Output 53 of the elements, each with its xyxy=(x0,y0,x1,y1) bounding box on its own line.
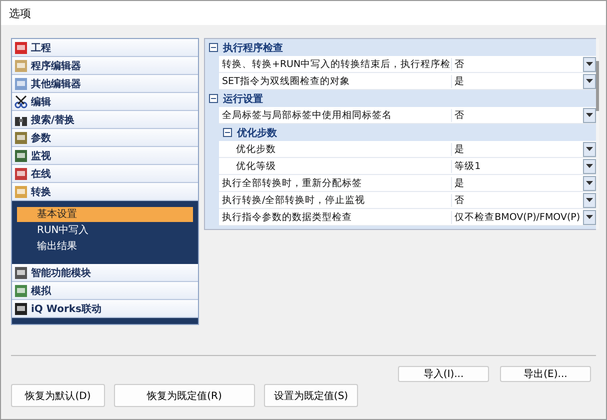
minus-icon[interactable] xyxy=(209,94,218,103)
dialog-button[interactable]: 导入(I)... xyxy=(398,366,489,382)
section-title: 执行程序检查 xyxy=(223,41,283,54)
section-title: 优化步数 xyxy=(237,126,277,140)
section-title: 运行设置 xyxy=(223,92,263,106)
property-name: 执行转换/全部转换时，停止监视 xyxy=(221,194,366,206)
window-title: 选项 xyxy=(9,6,31,20)
category-item[interactable]: 编辑 xyxy=(12,93,198,111)
dropdown-button[interactable] xyxy=(582,158,596,174)
caret-icon xyxy=(586,215,593,219)
property-name: 转换、转换+RUN中写入的转换结束后，执行程序检 xyxy=(221,58,451,70)
category-item[interactable]: 监视 xyxy=(12,147,198,165)
dropdown-button[interactable] xyxy=(582,74,596,88)
category-item[interactable]: 智能功能模块 xyxy=(12,264,198,282)
caret-icon xyxy=(586,198,593,202)
property-name: 优化步数 xyxy=(235,142,277,156)
dropdown-button[interactable] xyxy=(582,142,596,156)
caret-icon xyxy=(586,79,593,83)
property-name: SET指令为双线圈检查的对象 xyxy=(221,74,351,88)
dialog-button[interactable]: 恢复为既定值(R) xyxy=(114,384,255,407)
dropdown-button[interactable] xyxy=(582,56,596,72)
caret-icon xyxy=(586,181,593,185)
category-item[interactable]: 模拟 xyxy=(12,282,198,300)
category-item[interactable]: iQ Works联动 xyxy=(12,300,198,318)
dropdown-button[interactable] xyxy=(582,210,596,224)
dropdown-button[interactable] xyxy=(582,192,596,208)
property-name: 全局标签与局部标签中使用相同标签名 xyxy=(221,108,393,122)
caret-icon xyxy=(586,113,593,117)
scissors-icon xyxy=(14,94,28,108)
category-item[interactable]: 搜索/替换 xyxy=(12,111,198,129)
subcategory-item[interactable]: RUN中写入 xyxy=(17,223,193,238)
category-item[interactable]: 工程 xyxy=(12,39,198,57)
property-name: 执行指令参数的数据类型检查 xyxy=(221,210,353,224)
category-item[interactable]: 其他编辑器 xyxy=(12,75,198,93)
category-item[interactable]: 转换 xyxy=(12,183,198,201)
caret-icon xyxy=(586,147,593,151)
property-name: 优化等级 xyxy=(235,160,277,172)
property-name: 执行全部转换时，重新分配标签 xyxy=(221,176,363,190)
dialog-button[interactable]: 导出(E)... xyxy=(500,366,591,382)
dialog-button[interactable]: 设置为既定值(S) xyxy=(264,384,358,407)
minus-icon[interactable] xyxy=(223,128,232,137)
category-item[interactable]: 在线 xyxy=(12,165,198,183)
minus-icon[interactable] xyxy=(209,43,218,52)
subcategory-item[interactable]: 输出结果 xyxy=(17,239,193,254)
caret-icon xyxy=(586,164,593,168)
subcategory-item[interactable]: 基本设置 xyxy=(17,207,193,222)
dropdown-button[interactable] xyxy=(582,108,596,122)
category-item[interactable]: 程序编辑器 xyxy=(12,57,198,75)
dropdown-button[interactable] xyxy=(582,176,596,190)
category-item[interactable]: 参数 xyxy=(12,129,198,147)
dialog-button[interactable]: 恢复为默认(D) xyxy=(11,384,105,407)
scrollbar-thumb[interactable] xyxy=(596,61,599,111)
caret-icon xyxy=(586,62,593,66)
